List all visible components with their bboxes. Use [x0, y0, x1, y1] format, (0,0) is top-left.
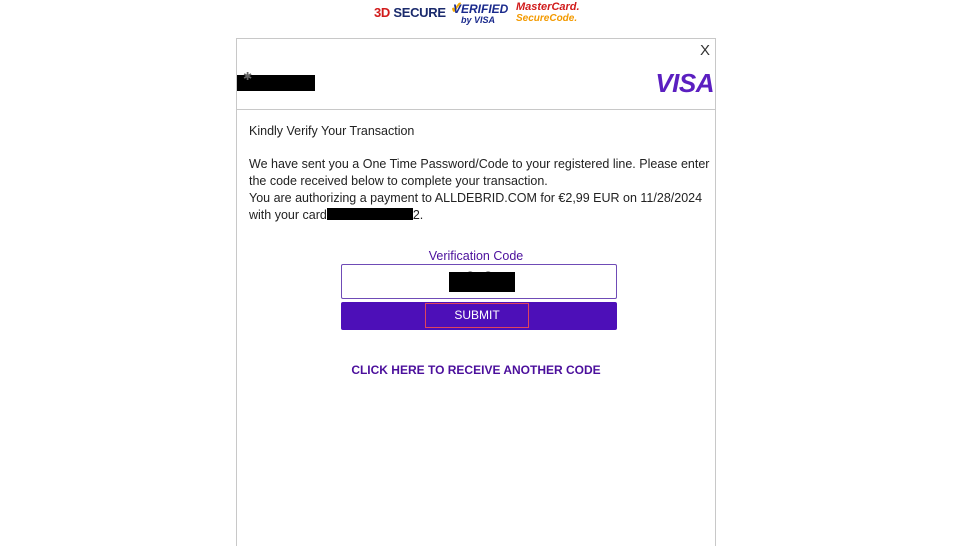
- page-title: Kindly Verify Your Transaction: [249, 124, 415, 138]
- close-icon[interactable]: X: [700, 42, 710, 59]
- security-brand-logos: 3D SECURE ✓ VERIFIED by VISA MasterCard.…: [370, 0, 580, 30]
- header-divider: [237, 109, 715, 110]
- submit-button-bar[interactable]: SUBMIT: [341, 302, 617, 330]
- otp-instructions: We have sent you a One Time Password/Cod…: [249, 157, 710, 188]
- bank-logo-symbol: ✱: [243, 71, 253, 83]
- verification-dialog: X ✱ VISA Kindly Verify Your Transaction …: [236, 38, 716, 546]
- code-redacted: [449, 272, 515, 292]
- mastercard-securecode-logo: MasterCard. SecureCode.: [516, 1, 580, 25]
- resend-code-link[interactable]: CLICK HERE TO RECEIVE ANOTHER CODE: [237, 363, 715, 377]
- verification-code-input[interactable]: 6 0: [341, 264, 617, 299]
- page: 3D SECURE ✓ VERIFIED by VISA MasterCard.…: [0, 0, 960, 546]
- card-number-redacted: [326, 208, 413, 220]
- card-suffix: 2.: [412, 208, 424, 222]
- transaction-message: We have sent you a One Time Password/Cod…: [249, 156, 717, 224]
- 3d-secure-logo: 3D SECURE: [374, 5, 446, 20]
- verified-by-visa-logo: ✓ VERIFIED by VISA: [450, 0, 509, 25]
- visa-logo: VISA: [655, 68, 714, 98]
- payment-details: You are authorizing a payment to ALLDEBR…: [249, 191, 703, 222]
- verification-code-label: Verification Code: [428, 249, 524, 263]
- submit-button[interactable]: SUBMIT: [425, 303, 529, 328]
